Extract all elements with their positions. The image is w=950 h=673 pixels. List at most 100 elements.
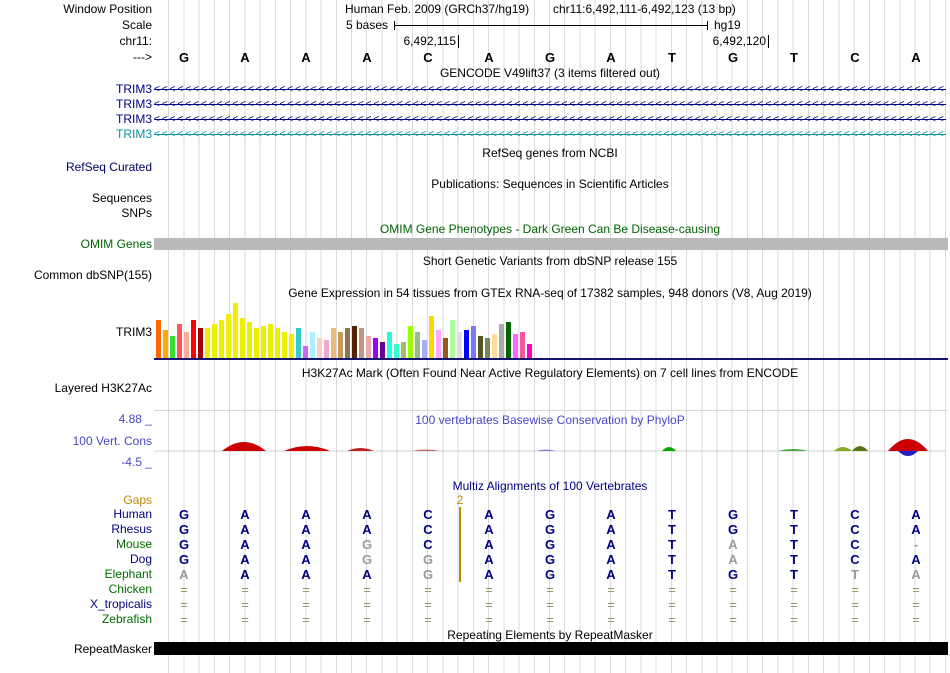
gtex-bar[interactable] <box>205 328 210 358</box>
gtex-bar[interactable] <box>415 332 420 358</box>
species-label-chicken[interactable]: Chicken <box>0 582 152 596</box>
align-base: T <box>668 567 676 582</box>
ruler-base: G <box>178 50 190 65</box>
gtex-bar[interactable] <box>429 316 434 358</box>
species-label-dog[interactable]: Dog <box>0 552 152 566</box>
align-base: = <box>424 612 432 627</box>
align-base: T <box>790 567 798 582</box>
conservation-wiggle[interactable] <box>154 427 946 475</box>
gtex-bar[interactable] <box>212 324 217 358</box>
species-label-x_tropicalis[interactable]: X_tropicalis <box>0 597 152 611</box>
gtex-bar[interactable] <box>478 336 483 358</box>
gtex-bar[interactable] <box>394 344 399 358</box>
gtex-bar[interactable] <box>366 336 371 358</box>
gtex-gene-label[interactable]: TRIM3 <box>0 325 152 339</box>
gtex-bar[interactable] <box>310 332 315 358</box>
assembly-title: Human Feb. 2009 (GRCh37/hg19) <box>345 2 530 16</box>
align-base: = <box>607 612 615 627</box>
align-base: G <box>544 537 556 552</box>
gtex-bar[interactable] <box>464 330 469 358</box>
align-base: = <box>912 597 920 612</box>
gtex-bar[interactable] <box>261 326 266 358</box>
gtex-bar[interactable] <box>163 330 168 358</box>
species-label-zebrafish[interactable]: Zebrafish <box>0 612 152 626</box>
gtex-bar[interactable] <box>296 328 301 358</box>
gtex-bar[interactable] <box>268 324 273 358</box>
gtex-bar[interactable] <box>317 338 322 358</box>
sequences-track-label[interactable]: Sequences <box>0 191 152 205</box>
gtex-bar[interactable] <box>254 328 259 358</box>
align-base: = <box>424 582 432 597</box>
ruler-tick-mark-2 <box>768 35 769 48</box>
species-label-mouse[interactable]: Mouse <box>0 537 152 551</box>
gencode-gene-label[interactable]: TRIM3 <box>0 112 152 126</box>
gtex-bar[interactable] <box>275 328 280 358</box>
gtex-bar[interactable] <box>219 320 224 358</box>
gtex-bar[interactable] <box>450 320 455 358</box>
gtex-bar[interactable] <box>485 338 490 358</box>
gtex-bar[interactable] <box>520 332 525 358</box>
h3k27ac-track-label[interactable]: Layered H3K27Ac <box>0 381 152 395</box>
gene-strand-arrows[interactable]: <<<<<<<<<<<<<<<<<<<<<<<<<<<<<<<<<<<<<<<<… <box>154 98 946 111</box>
gtex-bar[interactable] <box>471 326 476 358</box>
gtex-bar[interactable] <box>338 332 343 358</box>
vert-cons-track-label[interactable]: 100 Vert. Cons <box>0 434 152 448</box>
gencode-gene-label[interactable]: TRIM3 <box>0 97 152 111</box>
gtex-bar[interactable] <box>401 342 406 358</box>
gtex-bar[interactable] <box>289 334 294 358</box>
gene-strand-arrows[interactable]: <<<<<<<<<<<<<<<<<<<<<<<<<<<<<<<<<<<<<<<<… <box>154 83 946 96</box>
gtex-bar[interactable] <box>380 342 385 358</box>
snps-track-label[interactable]: SNPs <box>0 206 152 220</box>
gtex-bar[interactable] <box>457 332 462 358</box>
gtex-bar[interactable] <box>373 338 378 358</box>
gtex-bar[interactable] <box>324 340 329 358</box>
gtex-bar[interactable] <box>303 346 308 358</box>
gencode-gene-label[interactable]: TRIM3 <box>0 127 152 141</box>
gtex-bar[interactable] <box>527 344 532 358</box>
gtex-bar[interactable] <box>240 318 245 358</box>
gtex-bar[interactable] <box>282 332 287 358</box>
gap-size-value: 2 <box>456 493 464 507</box>
gencode-gene-label[interactable]: TRIM3 <box>0 82 152 96</box>
gtex-bar[interactable] <box>198 328 203 358</box>
gene-strand-arrows[interactable]: <<<<<<<<<<<<<<<<<<<<<<<<<<<<<<<<<<<<<<<<… <box>154 128 946 141</box>
gtex-bar[interactable] <box>184 332 189 358</box>
gtex-bar[interactable] <box>506 322 511 358</box>
repeatmasker-element-bar[interactable] <box>154 642 948 655</box>
phylop-min-label: -4.5 _ <box>121 455 152 469</box>
gtex-bar[interactable] <box>359 328 364 358</box>
species-label-rhesus[interactable]: Rhesus <box>0 522 152 536</box>
gtex-bar[interactable] <box>499 324 504 358</box>
align-base: A <box>911 522 921 537</box>
repeatmasker-track-label[interactable]: RepeatMasker <box>0 642 152 656</box>
gtex-bar[interactable] <box>443 338 448 358</box>
omim-genes-label[interactable]: OMIM Genes <box>0 237 152 251</box>
gtex-bar[interactable] <box>422 340 427 358</box>
gtex-bar[interactable] <box>513 334 518 358</box>
gtex-bar[interactable] <box>247 322 252 358</box>
chrom-label: chr11: <box>119 34 152 48</box>
gtex-bar[interactable] <box>387 332 392 358</box>
common-dbsnp-label[interactable]: Common dbSNP(155) <box>0 268 152 282</box>
gene-strand-arrows[interactable]: <<<<<<<<<<<<<<<<<<<<<<<<<<<<<<<<<<<<<<<<… <box>154 113 946 126</box>
gtex-bar[interactable] <box>170 336 175 358</box>
omim-gene-bar[interactable] <box>154 238 948 250</box>
gtex-bar[interactable] <box>492 334 497 358</box>
gtex-bar[interactable] <box>352 326 357 358</box>
gtex-bar[interactable] <box>191 320 196 358</box>
align-base: = <box>729 582 737 597</box>
species-label-elephant[interactable]: Elephant <box>0 567 152 581</box>
gtex-bar[interactable] <box>156 320 161 358</box>
align-base: G <box>178 537 190 552</box>
gtex-bar[interactable] <box>436 330 441 358</box>
gtex-bar[interactable] <box>408 326 413 358</box>
species-label-human[interactable]: Human <box>0 507 152 521</box>
gtex-bar[interactable] <box>345 328 350 358</box>
gtex-bar[interactable] <box>331 328 336 358</box>
refseq-curated-label[interactable]: RefSeq Curated <box>0 160 152 174</box>
gtex-bar[interactable] <box>226 314 231 358</box>
gtex-bar[interactable] <box>233 303 238 358</box>
gtex-bar[interactable] <box>177 324 182 358</box>
align-base: T <box>790 537 798 552</box>
align-base: = <box>485 582 493 597</box>
